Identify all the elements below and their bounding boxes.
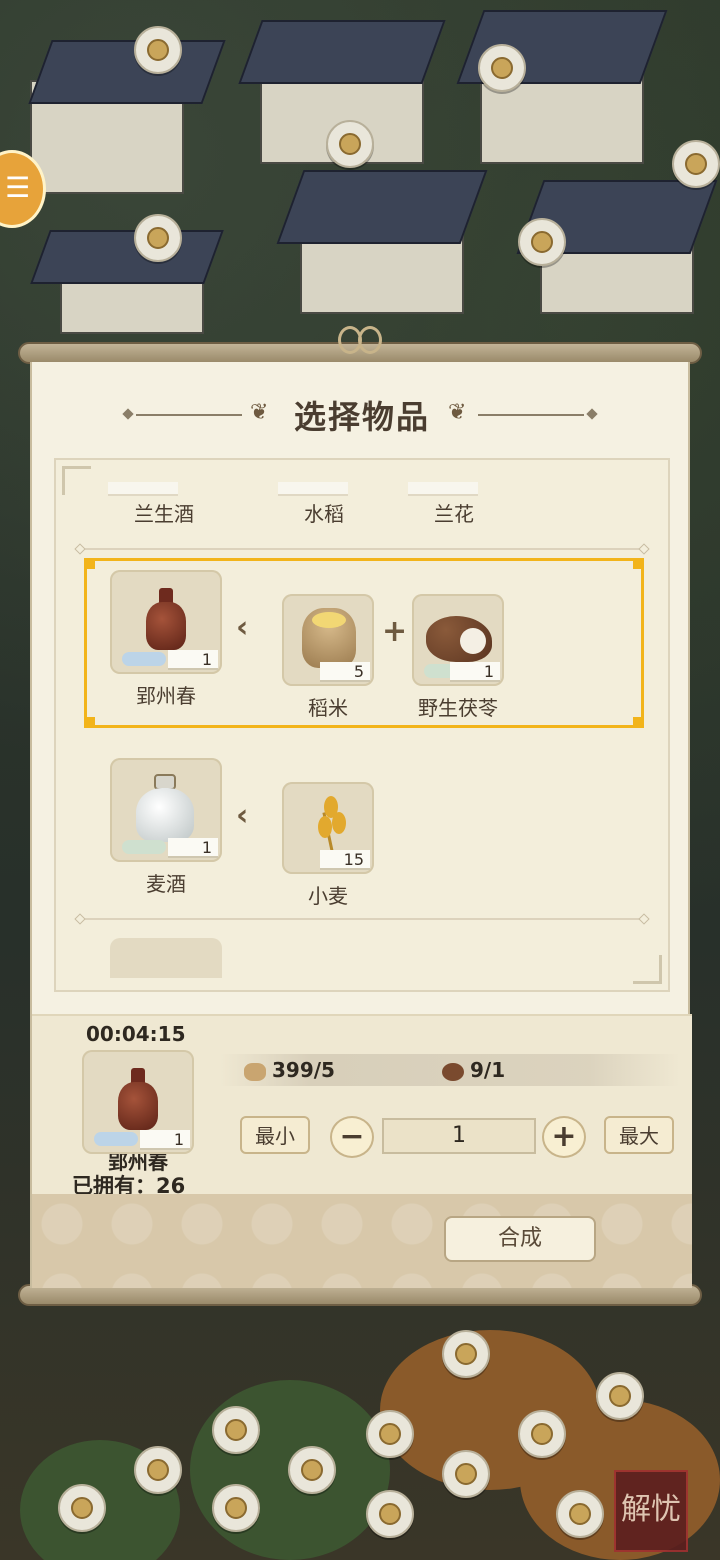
requirement-rice: 399/5 <box>244 1058 335 1082</box>
crop-bubble-icon[interactable] <box>212 1484 260 1532</box>
crop-bubble-icon[interactable] <box>442 1330 490 1378</box>
crop-bubble-icon[interactable] <box>288 1446 336 1494</box>
craft-timer: 00:04:15 <box>86 1022 186 1046</box>
plus-icon: + <box>382 614 408 649</box>
crop-bubble-icon[interactable] <box>556 1490 604 1538</box>
corner-ornament-icon <box>633 955 662 984</box>
crop-bubble-icon[interactable] <box>366 1490 414 1538</box>
result-item[interactable]: 1 麦酒 <box>110 758 222 897</box>
dialog-header: ❦ 选择物品 ❦ <box>32 362 692 468</box>
item-name: 稻米 <box>308 696 348 720</box>
corner-ornament-icon <box>62 466 91 495</box>
list-item-name[interactable]: 水稻 <box>264 498 384 527</box>
coin-icon[interactable] <box>478 44 526 92</box>
crop-bubble-icon[interactable] <box>518 1410 566 1458</box>
select-item-dialog: ❦ 选择物品 ❦ 兰生酒 水稻 兰花 1 郢州春 ‹ 5 稻米 + 1 野生茯苓… <box>30 362 692 1288</box>
item-count: 1 <box>140 1130 190 1150</box>
minus-button[interactable]: − <box>330 1116 374 1158</box>
rice-sack-icon <box>244 1062 266 1081</box>
result-item[interactable]: 1 郢州春 <box>110 570 222 709</box>
item-count: 1 <box>450 662 500 682</box>
swirl-right-icon: ❦ <box>448 400 467 425</box>
crop-bubble-icon[interactable] <box>442 1450 490 1498</box>
item-name: 郢州春 <box>136 684 196 708</box>
list-item-name[interactable]: 兰花 <box>394 498 514 527</box>
crop-bubble-icon[interactable] <box>212 1406 260 1454</box>
ingredient-item[interactable]: 1 野生茯苓 <box>412 594 504 721</box>
max-button[interactable]: 最大 <box>604 1116 674 1154</box>
chevron-left-icon: ‹ <box>236 610 249 645</box>
item-name: 野生茯苓 <box>418 696 498 720</box>
item-count: 5 <box>320 662 370 682</box>
rice-sack-icon <box>302 608 356 668</box>
ingredient-item[interactable]: 5 稻米 <box>282 594 374 721</box>
recipe-row[interactable]: 1 麦酒 ‹ 15 小麦 <box>56 746 668 916</box>
crop-bubble-icon[interactable] <box>58 1484 106 1532</box>
brown-wine-jar-icon <box>118 1068 158 1130</box>
min-button[interactable]: 最小 <box>240 1116 310 1154</box>
scroll-knot-icon <box>338 322 382 358</box>
dialog-footer: 合成 <box>32 1194 692 1288</box>
coin-icon[interactable] <box>134 26 182 74</box>
item-count: 15 <box>320 850 370 870</box>
white-wine-jar-icon <box>136 774 194 842</box>
combine-button[interactable]: 合成 <box>444 1216 596 1262</box>
list-item-name[interactable]: 兰生酒 <box>104 498 224 527</box>
item-name: 麦酒 <box>146 872 186 896</box>
chevron-left-icon: ‹ <box>236 798 249 833</box>
coin-icon[interactable] <box>326 120 374 168</box>
plus-button[interactable]: + <box>542 1116 586 1158</box>
coin-icon[interactable] <box>672 140 720 188</box>
recipe-list[interactable]: 兰生酒 水稻 兰花 1 郢州春 ‹ 5 稻米 + 1 野生茯苓 1 麦酒 ‹ 1… <box>54 458 670 992</box>
coin-icon[interactable] <box>134 214 182 262</box>
crop-bubble-icon[interactable] <box>366 1410 414 1458</box>
quantity-field[interactable]: 1 <box>382 1118 536 1154</box>
coin-icon[interactable] <box>518 218 566 266</box>
seal-logo[interactable]: 解忧 <box>614 1470 688 1552</box>
crop-bubble-icon[interactable] <box>596 1372 644 1420</box>
poria-mushroom-icon <box>442 1062 464 1081</box>
recipe-row[interactable]: 1 郢州春 ‹ 5 稻米 + 1 野生茯苓 <box>56 558 668 728</box>
menu-glyph-icon: ☰ <box>5 171 31 204</box>
brown-wine-jar-icon <box>146 588 186 650</box>
crop-bubble-icon[interactable] <box>134 1446 182 1494</box>
craft-panel: 00:04:15 1 郢州春 已拥有：26 399/5 9/1 最小 − 1 +… <box>32 1014 692 1198</box>
ingredient-item[interactable]: 15 小麦 <box>282 782 374 909</box>
item-name: 小麦 <box>308 884 348 908</box>
item-count: 1 <box>168 650 218 670</box>
selected-item: 1 郢州春 <box>82 1050 194 1175</box>
item-count: 1 <box>168 838 218 858</box>
poria-mushroom-icon <box>426 616 492 662</box>
requirement-poria: 9/1 <box>442 1058 505 1082</box>
